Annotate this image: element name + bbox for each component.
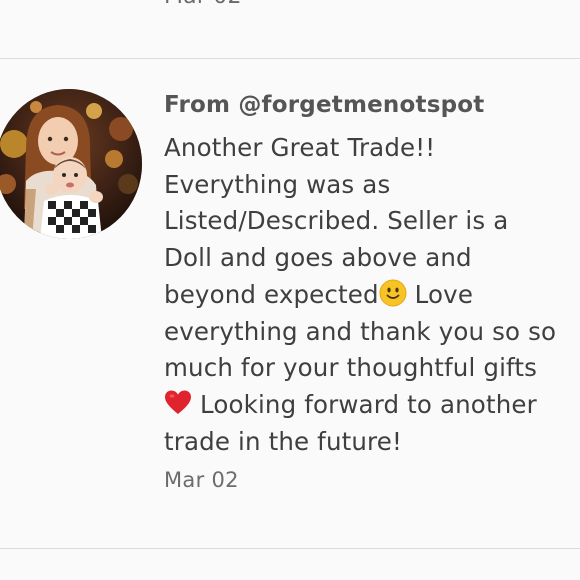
review-text-fragment: Looking forward to another xyxy=(199,389,537,419)
avatar[interactable] xyxy=(0,89,142,239)
review-feed: Mar 02 xyxy=(0,0,580,580)
review-entry: From @forgetmenotspot Another Great Trad… xyxy=(164,86,572,492)
review-line: beyond expected Love xyxy=(164,277,572,314)
divider xyxy=(0,58,580,59)
previous-review-date: Mar 02 xyxy=(164,0,242,9)
review-line: everything and thank you so so xyxy=(164,316,557,346)
review-line: trade in the future! xyxy=(164,426,402,456)
review-text-fragment: beyond expected xyxy=(164,279,379,309)
review-text: Another Great Trade!! Everything was as … xyxy=(164,130,572,460)
review-line: Listed/Described. Seller is a xyxy=(164,206,509,236)
review-line: Doll and goes above and xyxy=(164,243,472,273)
slightly-smiling-face-icon xyxy=(379,279,407,307)
review-line: much for your thoughtful gifts xyxy=(164,353,538,383)
review-line: Looking forward to another xyxy=(164,387,572,424)
review-author[interactable]: From @forgetmenotspot xyxy=(164,86,572,124)
divider xyxy=(0,548,580,549)
avatar-photo xyxy=(0,89,142,239)
review-line: Everything was as xyxy=(164,169,391,199)
review-date: Mar 02 xyxy=(164,468,239,493)
red-heart-icon xyxy=(165,390,191,414)
review-line: Another Great Trade!! xyxy=(164,133,436,162)
review-text-fragment: Love xyxy=(414,279,474,309)
